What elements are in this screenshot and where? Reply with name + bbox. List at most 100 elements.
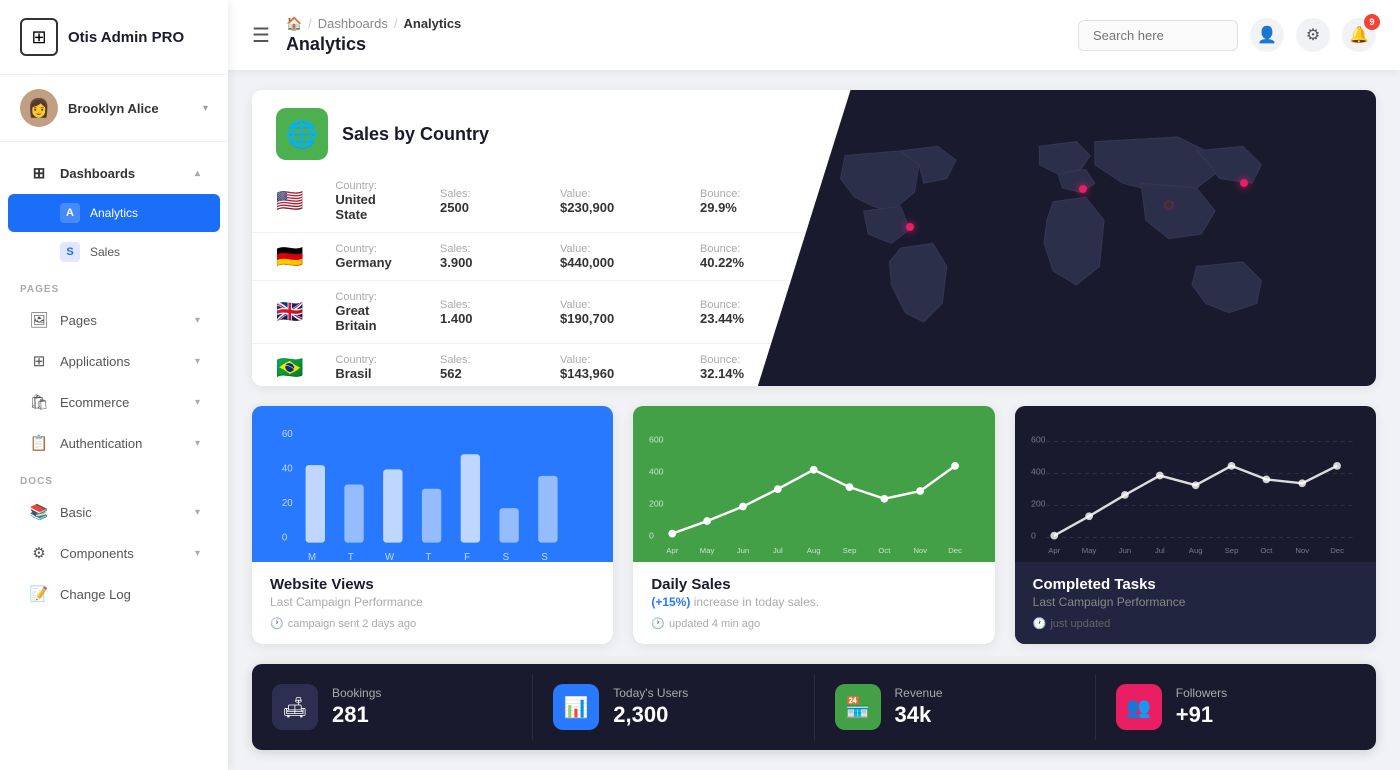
sidebar-item-ecommerce[interactable]: 🛍 Ecommerce ▾ xyxy=(8,382,220,422)
chart-subtitle: (+15%) increase in today sales. xyxy=(651,595,976,609)
chart-meta: 🕐 just updated xyxy=(1033,617,1358,630)
chevron-down-icon: ▾ xyxy=(195,397,200,408)
sidebar-item-applications[interactable]: ⊞ Applications ▾ xyxy=(8,341,220,381)
chart-info: Daily Sales (+15%) increase in today sal… xyxy=(633,562,994,644)
bounce-label: Bounce: xyxy=(700,188,798,200)
svg-text:S: S xyxy=(541,552,548,562)
svg-text:40: 40 xyxy=(282,464,293,475)
svg-text:60: 60 xyxy=(282,429,293,440)
revenue-icon: 🏪 xyxy=(835,684,881,730)
basic-icon: 📚 xyxy=(28,501,50,523)
docs-section-label: DOCS xyxy=(0,464,228,491)
svg-text:Dec: Dec xyxy=(949,546,963,555)
sales-label: Sales: xyxy=(440,243,528,255)
stat-info: Followers +91 xyxy=(1176,686,1227,728)
stat-label: Revenue xyxy=(895,686,943,700)
svg-text:Oct: Oct xyxy=(879,546,892,555)
sidebar-item-sales[interactable]: S Sales xyxy=(8,233,220,271)
stat-info: Today's Users 2,300 xyxy=(613,686,688,728)
country-label: Country: xyxy=(335,354,408,366)
chevron-down-icon: ▾ xyxy=(195,315,200,326)
stat-value: +91 xyxy=(1176,702,1227,728)
dashboards-icon: ⊞ xyxy=(28,162,50,184)
svg-text:S: S xyxy=(503,552,510,562)
bounce-value: 29.9% xyxy=(700,200,798,215)
header-right: 👤 ⚙ 🔔 9 xyxy=(1078,18,1376,52)
sidebar-item-dashboards[interactable]: ⊞ Dashboards ▴ xyxy=(8,153,220,193)
chart-title: Website Views xyxy=(270,576,595,593)
value-value: $143,960 xyxy=(560,366,668,381)
menu-toggle-button[interactable]: ☰ xyxy=(252,23,270,48)
sales-value: 2500 xyxy=(440,200,528,215)
globe-icon: 🌐 xyxy=(276,108,328,160)
sidebar-item-label: Applications xyxy=(60,354,195,369)
sales-value: 562 xyxy=(440,366,528,381)
sidebar-item-authentication[interactable]: 📋 Authentication ▾ xyxy=(8,423,220,463)
svg-text:Jun: Jun xyxy=(1118,546,1130,555)
chart-info: Completed Tasks Last Campaign Performanc… xyxy=(1015,562,1376,644)
breadcrumb-current: Analytics xyxy=(403,16,461,31)
sales-label: Sales: xyxy=(440,354,528,366)
sidebar-user[interactable]: 👩 Brooklyn Alice ▾ xyxy=(0,75,228,142)
sidebar-item-label: Change Log xyxy=(60,587,200,602)
stat-followers: 👥 Followers +91 xyxy=(1096,674,1376,740)
sidebar-item-analytics[interactable]: A Analytics xyxy=(8,194,220,232)
flag-icon: 🇺🇸 xyxy=(276,188,303,213)
chart-meta-text: just updated xyxy=(1050,618,1110,630)
sidebar-item-label: Basic xyxy=(60,505,195,520)
country-value: Brasil xyxy=(335,366,408,381)
flag-icon: 🇩🇪 xyxy=(276,244,303,269)
daily-sales-card: 600 400 200 0 xyxy=(633,406,994,644)
sidebar-item-components[interactable]: ⚙ Components ▾ xyxy=(8,533,220,573)
sidebar-nav: ⊞ Dashboards ▴ A Analytics S Sales PAGES… xyxy=(0,142,228,770)
auth-icon: 📋 xyxy=(28,432,50,454)
sidebar-item-label: Dashboards xyxy=(60,166,195,181)
sidebar-logo: ⊞ Otis Admin PRO xyxy=(0,0,228,75)
stat-revenue: 🏪 Revenue 34k xyxy=(815,674,1096,740)
user-name: Brooklyn Alice xyxy=(68,101,203,116)
notifications-button[interactable]: 🔔 9 xyxy=(1342,18,1376,52)
svg-text:600: 600 xyxy=(1031,435,1046,445)
sidebar-item-pages[interactable]: 🖼 Pages ▾ xyxy=(8,300,220,340)
chart-meta: 🕐 campaign sent 2 days ago xyxy=(270,617,595,630)
chart-subtitle-text: increase in today sales. xyxy=(694,595,819,609)
svg-text:Jul: Jul xyxy=(773,546,783,555)
users-icon: 📊 xyxy=(553,684,599,730)
chart-meta-text: updated 4 min ago xyxy=(669,618,760,630)
sidebar-item-basic[interactable]: 📚 Basic ▾ xyxy=(8,492,220,532)
flag-icon: 🇬🇧 xyxy=(276,299,303,324)
sidebar-item-label: Sales xyxy=(90,245,200,259)
sales-by-country-card: 🌐 Sales by Country 🇺🇸 Country: United St… xyxy=(252,90,1376,386)
value-value: $440,000 xyxy=(560,255,668,270)
website-views-chart: 60 40 20 0 xyxy=(268,422,597,562)
stat-info: Revenue 34k xyxy=(895,686,943,728)
sidebar-item-changelog[interactable]: 📝 Change Log xyxy=(8,574,220,614)
sidebar-item-label: Components xyxy=(60,546,195,561)
svg-text:May: May xyxy=(700,546,715,555)
stat-value: 2,300 xyxy=(613,702,688,728)
chart-meta: 🕐 updated 4 min ago xyxy=(651,617,976,630)
user-profile-button[interactable]: 👤 xyxy=(1250,18,1284,52)
svg-text:Aug: Aug xyxy=(807,546,821,555)
stat-label: Followers xyxy=(1176,686,1227,700)
value-label: Value: xyxy=(560,299,668,311)
search-input[interactable] xyxy=(1078,20,1238,51)
breadcrumb: 🏠 / Dashboards / Analytics xyxy=(286,16,1078,32)
world-map xyxy=(758,90,1376,386)
completed-tasks-card: 600 400 200 0 xyxy=(1015,406,1376,644)
chart-subtitle: Last Campaign Performance xyxy=(1033,595,1358,609)
svg-text:200: 200 xyxy=(649,499,664,509)
sidebar-item-label: Ecommerce xyxy=(60,395,195,410)
svg-text:Oct: Oct xyxy=(1260,546,1273,555)
breadcrumb-dashboards[interactable]: Dashboards xyxy=(318,16,388,31)
chevron-down-icon: ▾ xyxy=(195,548,200,559)
chart-subtitle: Last Campaign Performance xyxy=(270,595,595,609)
settings-button[interactable]: ⚙ xyxy=(1296,18,1330,52)
breadcrumb-home[interactable]: 🏠 xyxy=(286,16,302,32)
notification-badge: 9 xyxy=(1364,14,1380,30)
country-label: Country: xyxy=(335,180,408,192)
svg-text:600: 600 xyxy=(649,435,664,445)
pages-icon: 🖼 xyxy=(28,309,50,331)
value-value: $230,900 xyxy=(560,200,668,215)
value-label: Value: xyxy=(560,354,668,366)
